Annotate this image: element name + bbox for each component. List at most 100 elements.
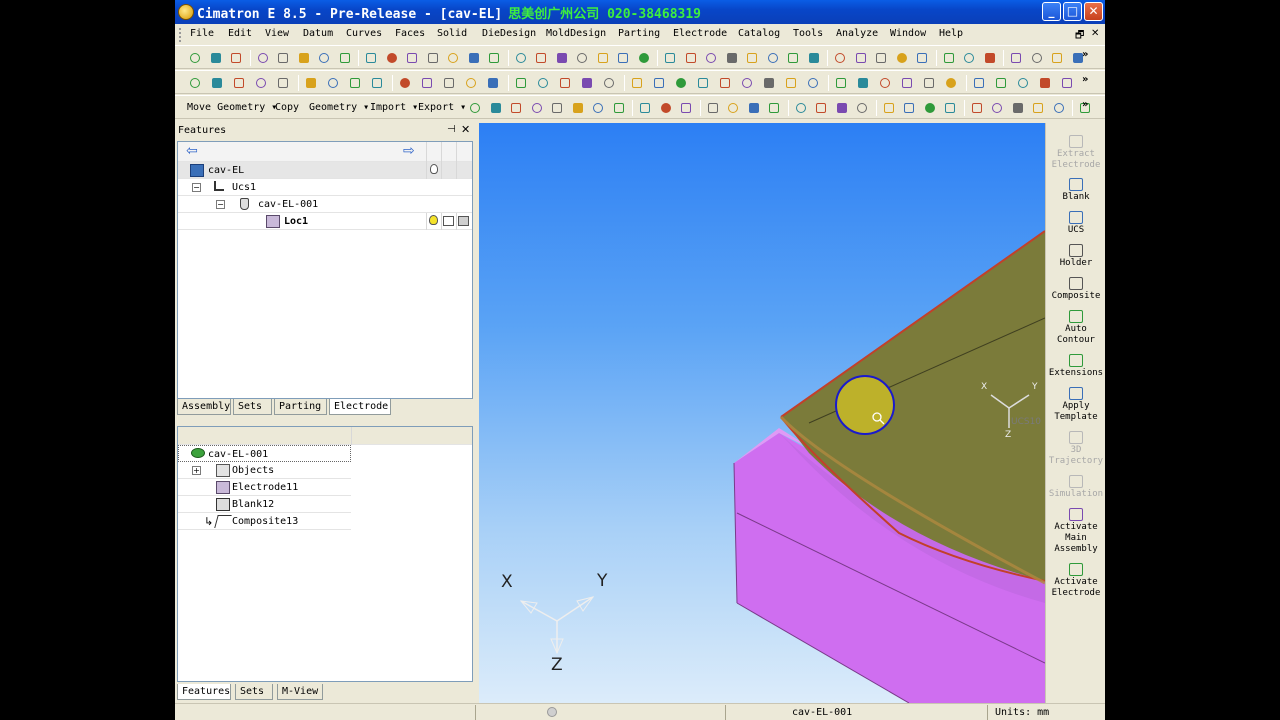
solid-display-icon[interactable] <box>458 216 469 226</box>
electrode-tool-icon[interactable] <box>467 100 484 117</box>
geometry-tool-icon[interactable] <box>1059 75 1076 92</box>
geometry-tool-icon[interactable] <box>579 75 596 92</box>
geometry-tool-icon[interactable] <box>651 75 668 92</box>
menu-electrode[interactable]: Electrode <box>673 28 727 39</box>
electrode-tool-icon[interactable] <box>678 100 695 117</box>
menu-analyze[interactable]: Analyze <box>836 28 878 39</box>
standard-tool-icon[interactable] <box>533 50 550 67</box>
geometry-tool-icon[interactable] <box>921 75 938 92</box>
mdi-close-button[interactable]: ✕ <box>1091 28 1099 39</box>
electrode-tool-icon[interactable] <box>549 100 566 117</box>
geometry-tool-icon[interactable] <box>325 75 342 92</box>
mdi-restore-button[interactable]: 🗗 <box>1075 28 1084 45</box>
standard-tool-icon[interactable] <box>1008 50 1025 67</box>
geometry-tool-icon[interactable] <box>463 75 480 92</box>
geometry-tool-icon[interactable] <box>187 75 204 92</box>
standard-tool-icon[interactable] <box>703 50 720 67</box>
rightbar-composite-button[interactable]: Composite <box>1046 277 1105 302</box>
geometry-tool-icon[interactable] <box>209 75 226 92</box>
standard-tool-icon[interactable] <box>554 50 571 67</box>
cimatron-app-icon[interactable] <box>178 4 194 20</box>
geometry-tool-icon[interactable] <box>855 75 872 92</box>
rightbar-3d-trajectory-button[interactable]: 3D Trajectory <box>1046 431 1105 467</box>
geometry-tool-icon[interactable] <box>805 75 822 92</box>
standard-tool-icon[interactable] <box>425 50 442 67</box>
electrode-tool-icon[interactable] <box>1010 100 1027 117</box>
forward-arrow-icon[interactable]: ⇨ <box>403 143 415 159</box>
standard-tool-icon[interactable] <box>363 50 380 67</box>
standard-tool-icon[interactable] <box>636 50 653 67</box>
standard-tool-icon[interactable] <box>683 50 700 67</box>
visibility-bulb-icon[interactable] <box>430 164 438 174</box>
export-dropdown[interactable]: Export ▾ <box>418 102 466 113</box>
geometry-tool-icon[interactable] <box>717 75 734 92</box>
back-arrow-icon[interactable]: ⇦ <box>186 143 198 159</box>
checkbox-icon[interactable] <box>443 216 454 226</box>
menu-help[interactable]: Help <box>939 28 963 39</box>
electrode-tool-icon[interactable] <box>1051 100 1068 117</box>
visibility-bulb-icon[interactable] <box>429 215 438 225</box>
collapse-node-icon[interactable]: − <box>192 183 201 192</box>
standard-tool-icon[interactable] <box>806 50 823 67</box>
toolbar-overflow-chevron[interactable]: » <box>1082 49 1088 60</box>
standard-tool-icon[interactable] <box>1029 50 1046 67</box>
menu-tools[interactable]: Tools <box>793 28 823 39</box>
electrode-tool-icon[interactable] <box>746 100 763 117</box>
geometry-tool-icon[interactable] <box>695 75 712 92</box>
geometry-tool-icon[interactable] <box>369 75 386 92</box>
geometry-tool-icon[interactable] <box>535 75 552 92</box>
menu-datum[interactable]: Datum <box>303 28 333 39</box>
menu-grip[interactable] <box>179 28 182 42</box>
electrode-tool-icon[interactable] <box>901 100 918 117</box>
standard-tool-icon[interactable] <box>615 50 632 67</box>
tree-row-ucs1[interactable]: − Ucs1 <box>178 179 472 196</box>
minimize-button[interactable]: _ <box>1042 2 1061 21</box>
tree-row-cav-el[interactable]: cav-EL <box>178 162 472 179</box>
geometry-tool-icon[interactable] <box>397 75 414 92</box>
toolbar-overflow-chevron[interactable]: » <box>1082 99 1088 110</box>
electrode-tool-icon[interactable] <box>488 100 505 117</box>
toolbar-overflow-chevron[interactable]: » <box>1082 74 1088 85</box>
electrode-tool-icon[interactable] <box>989 100 1006 117</box>
collapse-node-icon[interactable]: − <box>216 200 225 209</box>
standard-tool-icon[interactable] <box>337 50 354 67</box>
geometry-tool-icon[interactable] <box>761 75 778 92</box>
rightbar-simulation-button[interactable]: Simulation <box>1046 475 1105 500</box>
geometry-tool-icon[interactable] <box>419 75 436 92</box>
import-dropdown[interactable]: Import ▾ <box>370 102 418 113</box>
standard-tool-icon[interactable] <box>873 50 890 67</box>
menu-curves[interactable]: Curves <box>346 28 382 39</box>
standard-tool-icon[interactable] <box>785 50 802 67</box>
electrode-tool-icon[interactable] <box>637 100 654 117</box>
electrode-tool-icon[interactable] <box>813 100 830 117</box>
graphics-viewport[interactable]: X Y Z X Y Z UCS10 <box>479 123 1045 703</box>
close-button[interactable]: ✕ <box>1084 2 1103 21</box>
geometry-tool-icon[interactable] <box>557 75 574 92</box>
standard-tool-icon[interactable] <box>513 50 530 67</box>
standard-tool-icon[interactable] <box>765 50 782 67</box>
menu-parting[interactable]: Parting <box>618 28 660 39</box>
tree-row-cav-el-001[interactable]: − cav-EL-001 <box>178 196 472 213</box>
geometry-tool-icon[interactable] <box>231 75 248 92</box>
rightbar-ucs-button[interactable]: UCS <box>1046 211 1105 236</box>
expand-node-icon[interactable]: + <box>192 466 201 475</box>
geometry-tool-icon[interactable] <box>943 75 960 92</box>
geometry-tool-icon[interactable] <box>441 75 458 92</box>
menu-solid[interactable]: Solid <box>437 28 467 39</box>
geometry-tool-icon[interactable] <box>253 75 270 92</box>
rightbar-activate-electrode-button[interactable]: Activate Electrode <box>1046 563 1105 599</box>
tab-assembly[interactable]: Assembly <box>177 399 231 415</box>
standard-tool-icon[interactable] <box>853 50 870 67</box>
geometry-tool-icon[interactable] <box>1037 75 1054 92</box>
geometry-tool-icon[interactable] <box>601 75 618 92</box>
geometry-tool-icon[interactable] <box>629 75 646 92</box>
electrode-tool-icon[interactable] <box>1030 100 1047 117</box>
electrode-tool-icon[interactable] <box>590 100 607 117</box>
geometry-tool-icon[interactable] <box>303 75 320 92</box>
tab-sets[interactable]: Sets <box>233 399 272 415</box>
selected-circle-highlight[interactable] <box>835 375 895 435</box>
geometry-tool-icon[interactable] <box>739 75 756 92</box>
geometry-tool-icon[interactable] <box>833 75 850 92</box>
standard-tool-icon[interactable] <box>982 50 999 67</box>
standard-tool-icon[interactable] <box>595 50 612 67</box>
